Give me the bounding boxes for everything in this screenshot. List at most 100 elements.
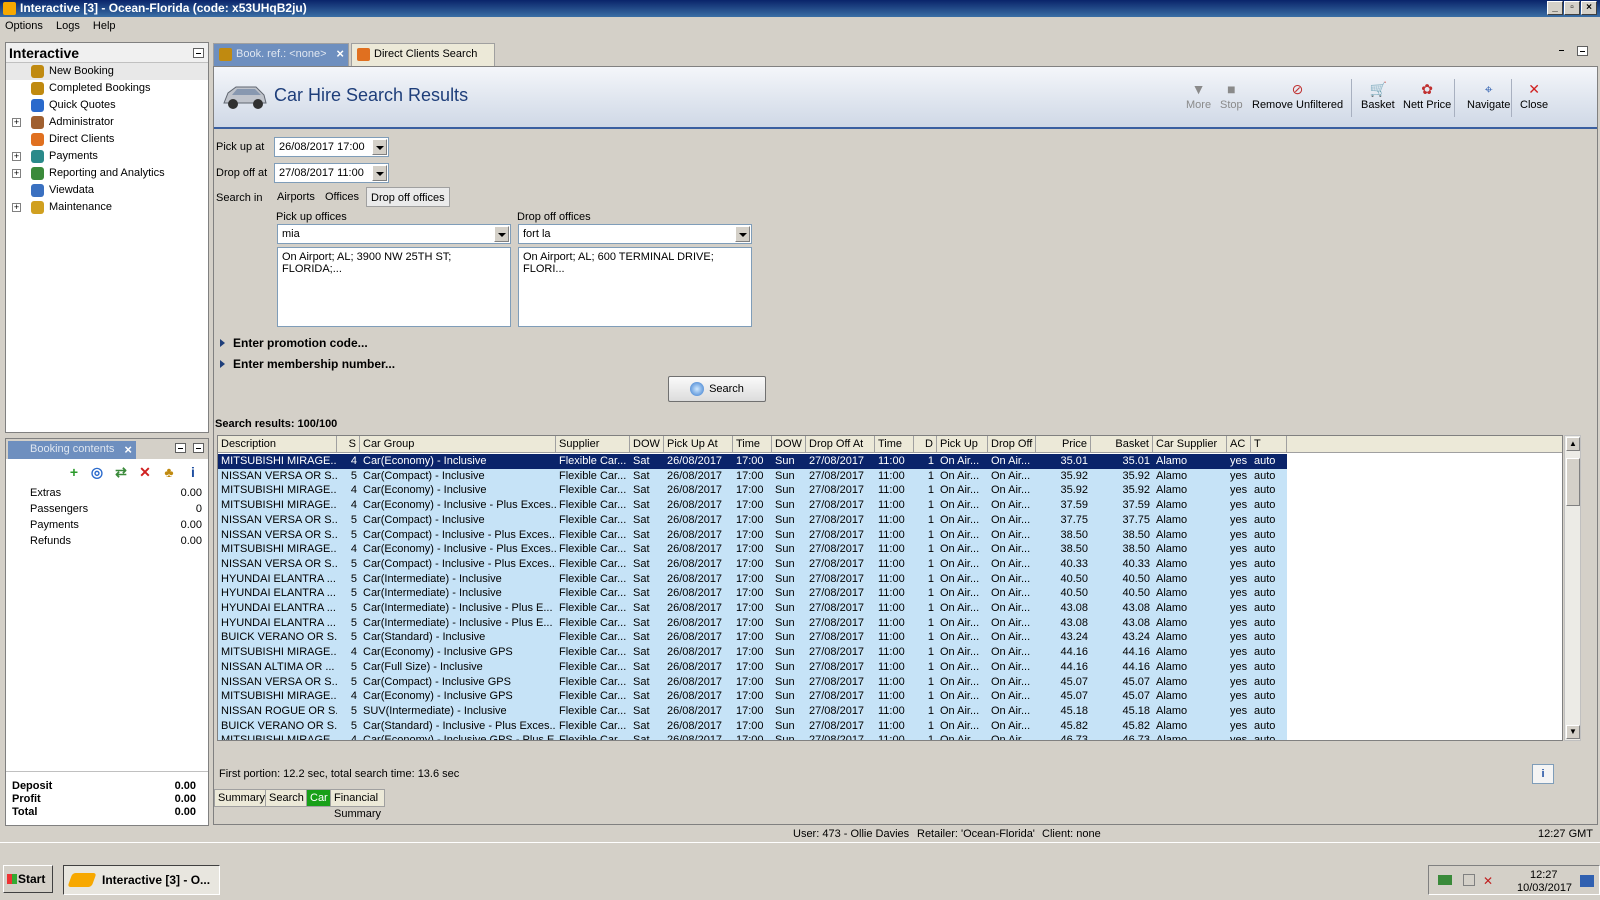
column-header[interactable]: AC	[1227, 436, 1251, 452]
network-icon[interactable]	[1438, 875, 1452, 885]
minimize-button[interactable]: _	[1547, 1, 1563, 15]
results-scrollbar[interactable]: ▲ ▼	[1564, 435, 1581, 741]
table-row[interactable]: MITSUBISHI MIRAGE... 4 Car(Economy) - Incl…	[218, 542, 1562, 558]
column-header[interactable]: T	[1251, 436, 1287, 452]
dropoff-offices-input[interactable]: fort la	[518, 224, 752, 244]
pickup-office-item[interactable]: On Airport; AL; 3900 NW 25TH ST; FLORIDA…	[282, 251, 506, 275]
table-row[interactable]: HYUNDAI ELANTRA ... 5 Car(Intermediate) - …	[218, 601, 1562, 616]
column-header[interactable]: Supplier	[556, 436, 630, 452]
close-window-button[interactable]: ×	[1581, 1, 1597, 15]
nett-price-button[interactable]: ✿ Nett Price	[1403, 81, 1451, 111]
column-header[interactable]: Basket	[1091, 436, 1153, 452]
membership-expander[interactable]: Enter membership number...	[220, 357, 395, 371]
navigate-button[interactable]: ⌖ Navigate	[1467, 81, 1510, 111]
column-header[interactable]: D	[914, 436, 937, 452]
tab-car[interactable]: Car	[306, 789, 332, 807]
column-header[interactable]: Time	[875, 436, 914, 452]
expand-icon[interactable]: +	[12, 203, 21, 212]
dropoff-datetime-field[interactable]: 27/08/2017 11:00	[274, 163, 389, 183]
delete-icon[interactable]: ✕	[138, 465, 152, 479]
sidebar-item-direct-clients[interactable]: Direct Clients	[6, 131, 208, 148]
close-icon[interactable]: ×	[124, 442, 132, 457]
chevron-down-icon[interactable]	[735, 226, 750, 242]
column-header[interactable]: Time	[733, 436, 772, 452]
sidebar-item-quick-quotes[interactable]: Quick Quotes	[6, 97, 208, 114]
search-in-drop-off-offices[interactable]: Drop off offices	[366, 187, 450, 207]
maximize-document-button[interactable]	[1577, 46, 1588, 56]
booking-contents-tab[interactable]: Booking contents ×	[8, 441, 136, 459]
refresh-icon[interactable]: ◎	[90, 465, 104, 479]
collapse-panel-button[interactable]	[193, 48, 204, 58]
column-header[interactable]: Price	[1036, 436, 1091, 452]
column-header[interactable]: Drop Off	[988, 436, 1036, 452]
table-row[interactable]: BUICK VERANO OR S... 5 Car(Standard) - Inc…	[218, 630, 1562, 646]
table-row[interactable]: MITSUBISHI MIRAGE... 4 Car(Economy) - Incl…	[218, 483, 1562, 499]
minimize-panel-button[interactable]	[175, 443, 186, 453]
tab-booking[interactable]: Book. ref.: <none> ×	[213, 43, 349, 66]
scroll-thumb[interactable]	[1566, 458, 1580, 506]
search-button[interactable]: Search	[668, 376, 766, 402]
table-row[interactable]: MITSUBISHI MIRAGE... 4 Car(Economy) - Incl…	[218, 733, 1562, 740]
column-header[interactable]: Car Group	[360, 436, 556, 452]
sidebar-item-administrator[interactable]: + Administrator	[6, 114, 208, 131]
tab-summary[interactable]: Summary	[214, 789, 270, 807]
close-tab-icon[interactable]: ×	[336, 46, 344, 61]
close-button[interactable]: ✕ Close	[1520, 81, 1548, 111]
info-icon[interactable]: i	[186, 465, 200, 479]
tab-financial-summary[interactable]: Financial Summary	[330, 789, 386, 820]
expand-icon[interactable]: +	[12, 152, 21, 161]
tab-search[interactable]: Search	[265, 789, 308, 807]
column-header[interactable]: S	[337, 436, 360, 452]
info-button[interactable]: i	[1532, 764, 1554, 784]
chevron-down-icon[interactable]	[372, 139, 387, 155]
menu-help[interactable]: Help	[88, 18, 121, 34]
scroll-up-icon[interactable]: ▲	[1566, 437, 1580, 451]
table-row[interactable]: NISSAN VERSA OR S... 5 Car(Compact) - Incl…	[218, 674, 1562, 690]
sidebar-item-payments[interactable]: + Payments	[6, 148, 208, 165]
table-row[interactable]: MITSUBISHI MIRAGE... 4 Car(Economy) - Incl…	[218, 645, 1562, 661]
minimize-document-button[interactable]	[1557, 46, 1568, 56]
sidebar-item-maintenance[interactable]: + Maintenance	[6, 199, 208, 216]
chevron-down-icon[interactable]	[372, 165, 387, 181]
sidebar-item-viewdata[interactable]: Viewdata	[6, 182, 208, 199]
remove-unfiltered-button[interactable]: ⊘ Remove Unfiltered	[1252, 81, 1343, 111]
table-row[interactable]: NISSAN VERSA OR S... 5 Car(Compact) - Incl…	[218, 512, 1562, 528]
column-header[interactable]: DOW	[772, 436, 806, 452]
menu-logs[interactable]: Logs	[51, 18, 85, 34]
column-header[interactable]: Drop Off At	[806, 436, 875, 452]
sidebar-item-completed-bookings[interactable]: Completed Bookings	[6, 80, 208, 97]
table-row[interactable]: HYUNDAI ELANTRA ... 5 Car(Intermediate) - …	[218, 586, 1562, 602]
volume-muted-icon[interactable]: ✕	[1483, 874, 1493, 888]
pickup-offices-input[interactable]: mia	[277, 224, 511, 244]
table-row[interactable]: HYUNDAI ELANTRA ... 5 Car(Intermediate) - …	[218, 571, 1562, 587]
add-icon[interactable]: +	[67, 465, 81, 479]
dropoff-offices-list[interactable]: On Airport; AL; 600 TERMINAL DRIVE; FLOR…	[518, 247, 752, 327]
column-header[interactable]: Pick Up	[937, 436, 988, 452]
palm-icon[interactable]: ♣	[162, 465, 176, 479]
dropoff-office-item[interactable]: On Airport; AL; 600 TERMINAL DRIVE; FLOR…	[523, 251, 747, 275]
table-row[interactable]: NISSAN ALTIMA OR ... 5 Car(Full Size) - In…	[218, 659, 1562, 675]
taskbar-item-interactive[interactable]: Interactive [3] - O...	[63, 865, 220, 895]
start-button[interactable]: Start	[3, 865, 53, 893]
maximize-panel-button[interactable]	[193, 443, 204, 453]
search-in-offices[interactable]: Offices	[321, 187, 363, 207]
promo-code-expander[interactable]: Enter promotion code...	[220, 336, 368, 350]
table-row[interactable]: NISSAN VERSA OR S... 5 Car(Compact) - Incl…	[218, 468, 1562, 484]
pickup-offices-list[interactable]: On Airport; AL; 3900 NW 25TH ST; FLORIDA…	[277, 247, 511, 327]
chevron-down-icon[interactable]	[494, 226, 509, 242]
search-in-airports[interactable]: Airports	[273, 187, 319, 207]
expand-icon[interactable]: +	[12, 169, 21, 178]
table-row[interactable]: BUICK VERANO OR S... 5 Car(Standard) - Inc…	[218, 718, 1562, 734]
transfer-icon[interactable]: ⇄	[114, 465, 128, 479]
basket-button[interactable]: 🛒 Basket	[1361, 81, 1395, 111]
scroll-down-icon[interactable]: ▼	[1566, 725, 1580, 739]
pickup-datetime-field[interactable]: 26/08/2017 17:00	[274, 137, 389, 157]
restore-button[interactable]: ▫	[1564, 1, 1580, 15]
table-row[interactable]: MITSUBISHI MIRAGE... 4 Car(Economy) - Incl…	[218, 498, 1562, 514]
table-row[interactable]: NISSAN VERSA OR S... 5 Car(Compact) - Incl…	[218, 556, 1562, 572]
show-desktop-icon[interactable]	[1580, 875, 1594, 887]
column-header[interactable]: DOW	[630, 436, 664, 452]
table-row[interactable]: NISSAN VERSA OR S... 5 Car(Compact) - Incl…	[218, 527, 1562, 543]
table-row[interactable]: NISSAN ROGUE OR S... 5 SUV(Intermediate) -…	[218, 703, 1562, 719]
expand-icon[interactable]: +	[12, 118, 21, 127]
